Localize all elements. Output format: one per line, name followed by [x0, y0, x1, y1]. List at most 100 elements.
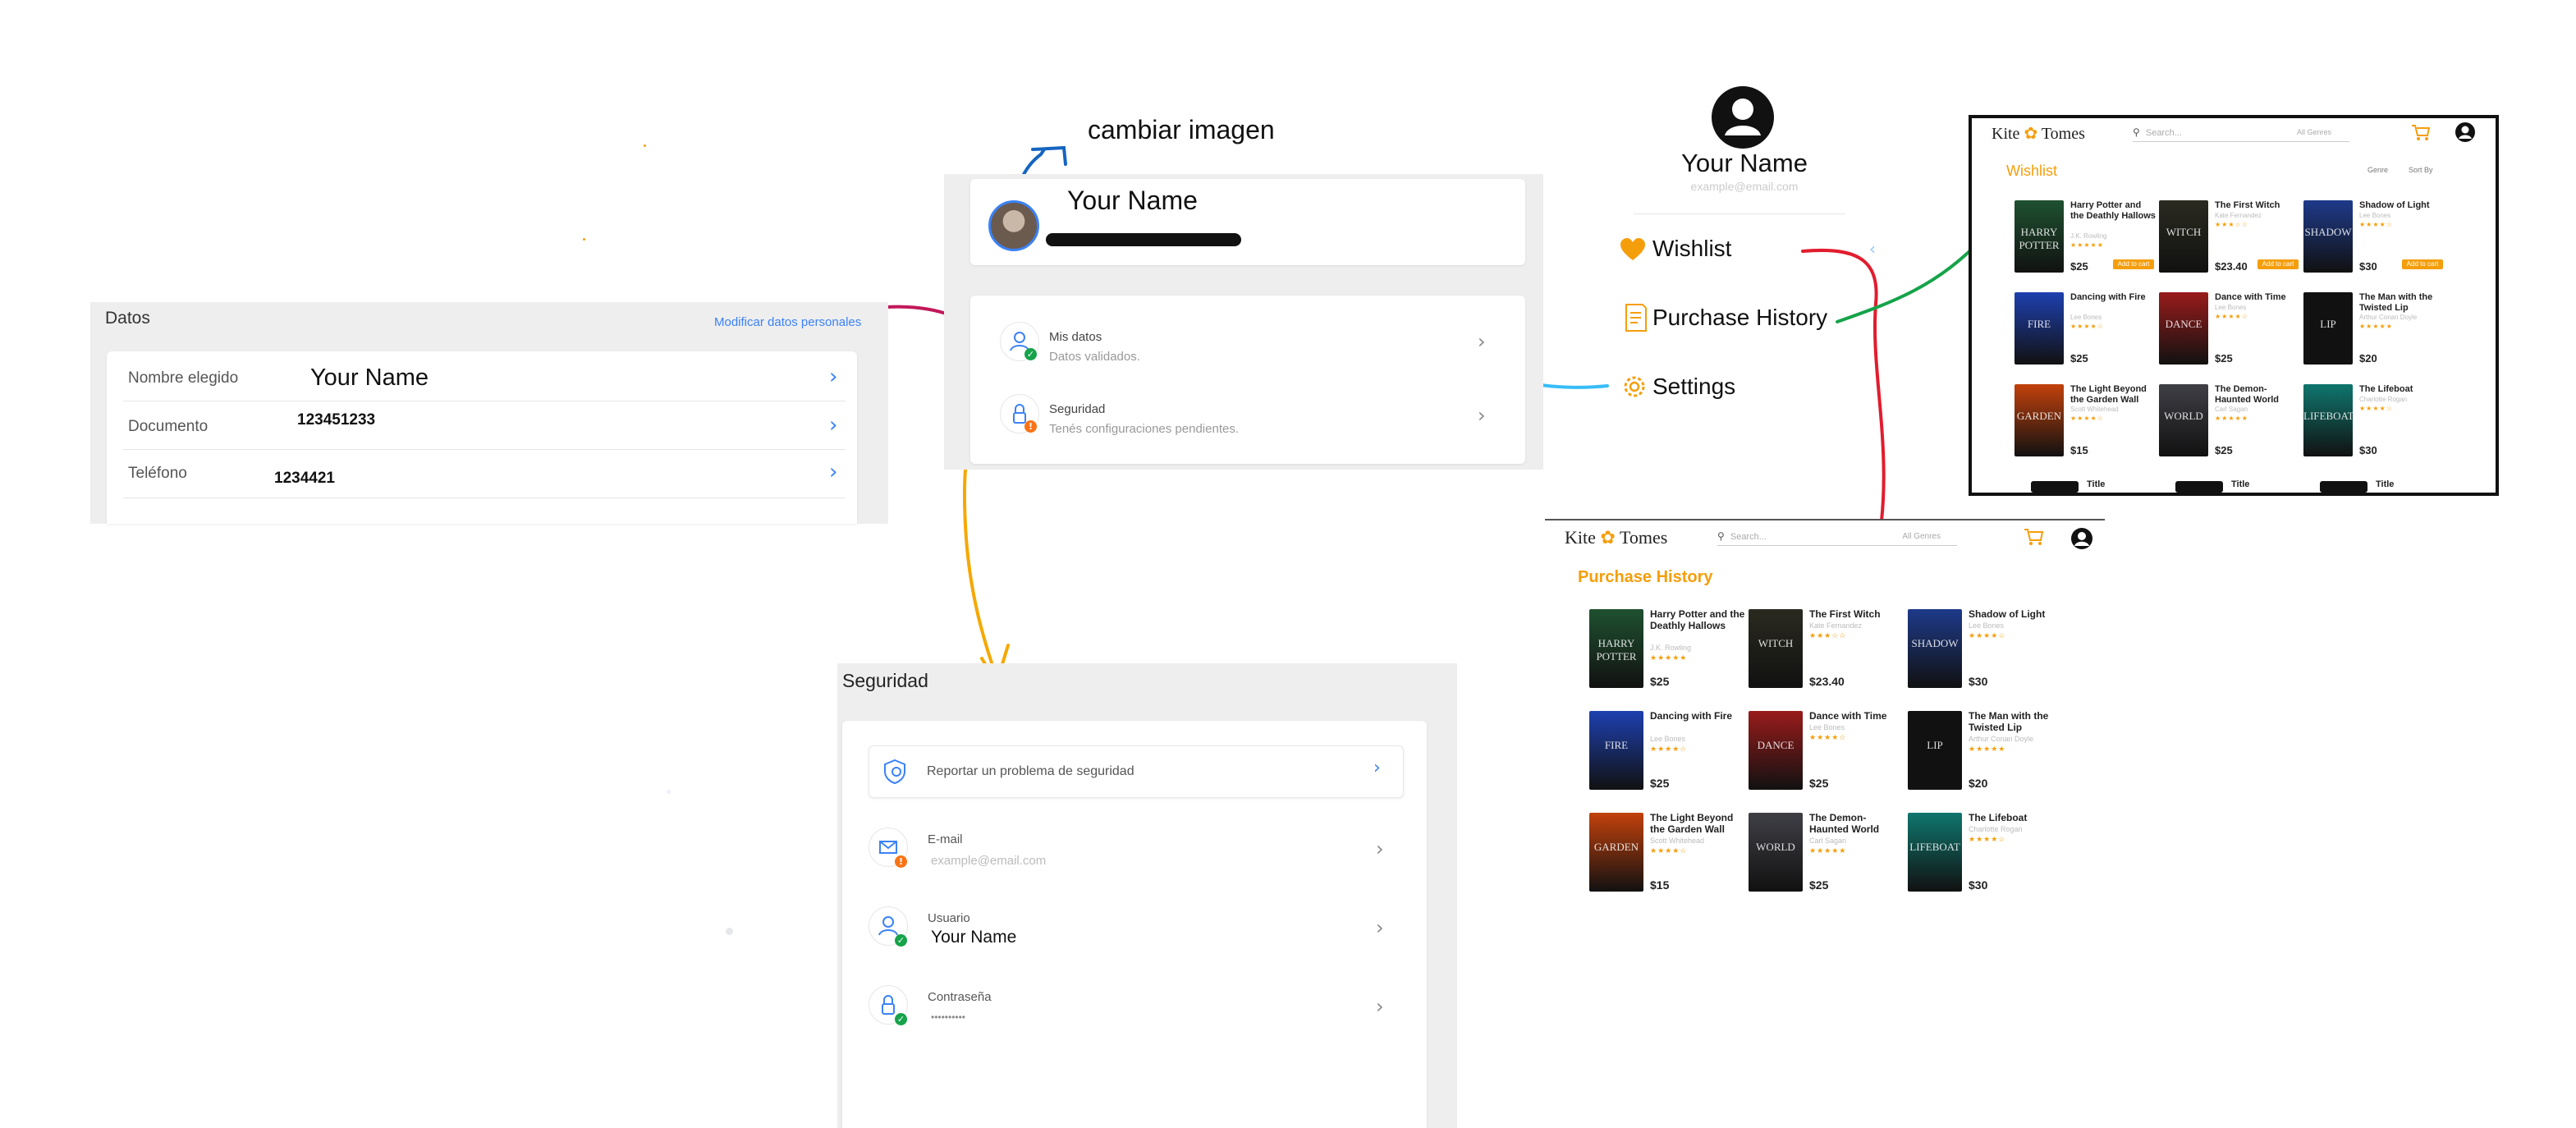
password-row[interactable]: ✓ Contraseña •••••••••• › — [842, 975, 1427, 1049]
book-title[interactable]: Harry Potter and the Deathly Hallows — [1650, 608, 1745, 632]
book-title[interactable]: Dance with Time — [1809, 710, 1904, 722]
report-security-problem-button[interactable]: Reportar un problema de seguridad › — [869, 745, 1404, 798]
add-to-cart-button[interactable]: Add to cart — [2257, 259, 2299, 269]
book-cover[interactable]: SHADOW — [2303, 200, 2353, 273]
add-to-cart-button[interactable]: Add to cart — [2113, 259, 2154, 269]
collapse-chevron-icon[interactable]: ‹ — [1869, 239, 1876, 259]
chevron-right-icon: › — [1376, 916, 1384, 939]
book-cover[interactable]: HARRY POTTER — [1589, 609, 1643, 688]
star-rating: ★★★★★ — [1809, 846, 1847, 855]
cart-icon[interactable] — [2410, 123, 2432, 141]
book-title[interactable]: The Lifeboat — [1969, 812, 2064, 824]
menu-item-purchase-history[interactable]: Purchase History — [1620, 301, 1882, 334]
book-cover[interactable]: GARDEN — [2015, 384, 2064, 456]
book-title[interactable]: The First Witch — [2215, 200, 2300, 211]
book-cover[interactable]: FIRE — [1589, 711, 1643, 790]
datos-row-value: 1234421 — [274, 470, 335, 487]
book-cover[interactable]: DANCE — [1749, 711, 1803, 790]
chevron-right-icon: › — [1478, 404, 1486, 427]
avatar[interactable] — [988, 200, 1039, 251]
book-title[interactable]: Harry Potter and the Deathly Hallows — [2070, 200, 2156, 221]
book-cover[interactable]: LIP — [1908, 711, 1962, 790]
chevron-right-icon: › — [829, 460, 838, 484]
book-cover[interactable]: WITCH — [2159, 200, 2208, 273]
book-title[interactable]: The Man with the Twisted Lip — [2359, 292, 2445, 313]
sort-by-filter[interactable]: Sort By — [2409, 166, 2433, 174]
book-cover[interactable]: LIFEBOAT — [1908, 813, 1962, 892]
star-rating: ★★★★☆ — [1969, 630, 2006, 640]
account-icon[interactable] — [2070, 527, 2093, 550]
book-title[interactable]: The First Witch — [1809, 608, 1904, 621]
wishlist-title: Wishlist — [2006, 163, 2057, 179]
book-item[interactable]: DANCE Dance with Time Lee Bones ★★★★☆ $25 — [1749, 710, 1908, 813]
redacted-email-scribble — [1046, 233, 1241, 246]
account-icon[interactable] — [2455, 122, 2476, 143]
menu-item-label: Purchase History — [1652, 305, 1828, 330]
book-title[interactable]: The Demon-Haunted World — [1809, 812, 1904, 836]
book-item[interactable]: WITCH The First Witch Kate Fernandez ★★★☆☆ $… — [2159, 200, 2303, 292]
book-title[interactable]: Shadow of Light — [2359, 200, 2445, 211]
book-item[interactable]: LIP The Man with the Twisted Lip Arthur Co… — [2303, 292, 2448, 384]
book-cover[interactable]: LIFEBOAT — [2303, 384, 2353, 456]
book-cover[interactable]: HARRY POTTER — [2015, 200, 2064, 273]
book-item[interactable]: WORLD The Demon-Haunted World Carl Sagan ★★… — [2159, 384, 2303, 476]
book-cover[interactable]: WORLD — [2159, 384, 2208, 456]
book-cover[interactable]: WORLD — [1749, 813, 1803, 892]
search-input[interactable]: ⚲ Search... All Genres — [2133, 126, 2349, 142]
book-item[interactable]: HARRY POTTER Harry Potter and the Deathly… — [2015, 200, 2159, 292]
book-item[interactable]: LIP The Man with the Twisted Lip Arthur Co… — [1908, 710, 2067, 813]
book-title[interactable]: Dancing with Fire — [1650, 710, 1745, 722]
book-title[interactable]: Shadow of Light — [1969, 608, 2064, 621]
book-item[interactable]: LIFEBOAT The Lifeboat Charlotte Rogan ★★★★☆… — [2303, 384, 2448, 476]
book-cover[interactable]: FIRE — [2015, 292, 2064, 365]
kite-tomes-logo[interactable]: Kite ✿ Tomes — [1992, 123, 2085, 144]
add-to-cart-button[interactable]: Add to cart — [2402, 259, 2443, 269]
datos-row-documento[interactable]: Documento 123451233 › — [107, 401, 857, 449]
book-author: Kate Fernandez — [2215, 211, 2262, 219]
datos-row-telefono[interactable]: Teléfono 1234421 › — [107, 450, 857, 498]
book-item[interactable]: DANCE Dance with Time Lee Bones ★★★★☆ $25 — [2159, 292, 2303, 384]
book-title[interactable]: The Light Beyond the Garden Wall — [2070, 384, 2156, 405]
book-item[interactable]: GARDEN The Light Beyond the Garden Wall Sc… — [1589, 812, 1749, 915]
email-row[interactable]: ! E-mail example@email.com › — [842, 818, 1427, 892]
menu-item-settings[interactable]: Settings — [1620, 370, 1882, 403]
book-title[interactable]: The Light Beyond the Garden Wall — [1650, 812, 1745, 836]
book-title[interactable]: The Demon-Haunted World — [2215, 384, 2300, 405]
book-cover[interactable]: LIP — [2303, 292, 2353, 365]
kite-tomes-logo[interactable]: Kite ✿ Tomes — [1565, 527, 1667, 548]
book-item[interactable]: WITCH The First Witch Kate Fernandez ★★★☆☆ $… — [1749, 608, 1908, 711]
stray-dot — [644, 144, 646, 147]
genre-select[interactable]: All Genres — [1902, 532, 1941, 541]
search-input[interactable]: ⚲ Search... All Genres — [1717, 530, 1957, 546]
cart-icon[interactable] — [2023, 527, 2046, 547]
genre-filter[interactable]: Genre — [2367, 166, 2388, 174]
book-cover[interactable]: SHADOW — [1908, 609, 1962, 688]
datos-row-name[interactable]: Nombre elegido Your Name › — [107, 351, 857, 401]
mis-datos-row[interactable]: ✓ Mis datos Datos validados. › — [970, 312, 1525, 378]
book-item[interactable]: WORLD The Demon-Haunted World Carl Sagan ★★… — [1749, 812, 1908, 915]
book-cover[interactable]: WITCH — [1749, 609, 1803, 688]
book-cover[interactable]: GARDEN — [1589, 813, 1643, 892]
genre-select[interactable]: All Genres — [2297, 128, 2331, 136]
book-item[interactable]: GARDEN The Light Beyond the Garden Wall Sc… — [2015, 384, 2159, 476]
user-avatar-icon — [1712, 86, 1774, 149]
book-cover-text: HARRY POTTER — [1596, 636, 1637, 663]
book-cover[interactable]: DANCE — [2159, 292, 2208, 365]
book-item[interactable]: SHADOW Shadow of Light Lee Bones ★★★★☆ $30 — [1908, 608, 2067, 711]
book-item[interactable]: FIRE Dancing with Fire Lee Bones ★★★★☆ $25 — [1589, 710, 1749, 813]
usuario-row[interactable]: ✓ Usuario Your Name › — [842, 896, 1427, 970]
book-item[interactable]: HARRY POTTER Harry Potter and the Deathly… — [1589, 608, 1749, 711]
book-title[interactable]: The Lifeboat — [2359, 384, 2445, 395]
book-price: $15 — [2070, 444, 2088, 456]
menu-item-wishlist[interactable]: Wishlist — [1620, 232, 1882, 265]
chevron-right-icon: › — [829, 413, 838, 438]
book-title[interactable]: Dancing with Fire — [2070, 292, 2156, 303]
book-title[interactable]: Dance with Time — [2215, 292, 2300, 303]
book-item[interactable]: FIRE Dancing with Fire Lee Bones ★★★★☆ $25 — [2015, 292, 2159, 384]
book-item[interactable]: LIFEBOAT The Lifeboat Charlotte Rogan ★★★★☆… — [1908, 812, 2067, 915]
book-title[interactable]: The Man with the Twisted Lip — [1969, 710, 2064, 734]
book-author: Charlotte Rogan — [2359, 395, 2408, 403]
edit-personal-data-link[interactable]: Modificar datos personales — [714, 315, 861, 329]
seguridad-row[interactable]: ! Seguridad Tenés configuraciones pendie… — [970, 387, 1525, 453]
book-item[interactable]: SHADOW Shadow of Light Lee Bones ★★★★☆ $30 Ad… — [2303, 200, 2448, 292]
